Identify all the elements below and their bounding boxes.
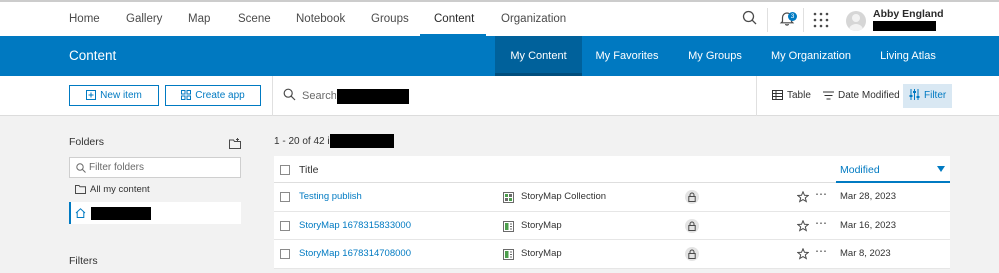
- redacted-folder-scope: [330, 134, 394, 148]
- tab-my-favorites[interactable]: My Favorites: [588, 36, 666, 76]
- folder-add-icon[interactable]: [229, 138, 241, 152]
- nav-notebook[interactable]: Notebook: [296, 2, 345, 36]
- avatar[interactable]: [846, 11, 866, 31]
- top-navigation: Home Gallery Map Scene Notebook Groups C…: [0, 0, 999, 36]
- table-row: Testing publish StoryMap Collection ⋯ Ma…: [274, 183, 950, 212]
- search-icon[interactable]: [741, 9, 761, 29]
- column-modified[interactable]: Modified: [836, 156, 950, 183]
- nav-gallery[interactable]: Gallery: [126, 2, 162, 36]
- nav-organization[interactable]: Organization: [501, 2, 566, 36]
- redacted-search-scope: [337, 89, 409, 104]
- create-app-label: Create app: [195, 90, 245, 101]
- table-row: StoryMap 1678315833000 StoryMap ⋯ Mar 16…: [274, 212, 950, 240]
- item-title-link[interactable]: StoryMap 1678314708000: [299, 248, 411, 259]
- select-all-checkbox[interactable]: [280, 165, 290, 175]
- star-icon[interactable]: [796, 219, 810, 235]
- more-icon[interactable]: ⋯: [815, 187, 827, 201]
- lock-icon: [685, 190, 699, 204]
- sort-icon: [823, 91, 834, 100]
- lock-icon: [685, 247, 699, 261]
- item-modified: Mar 16, 2023: [840, 219, 896, 231]
- page-title: Content: [69, 48, 117, 63]
- table-icon: [772, 90, 783, 100]
- new-item-icon: [86, 90, 97, 100]
- column-modified-label: Modified: [840, 164, 880, 176]
- nav-home[interactable]: Home: [69, 2, 100, 36]
- filter-label: Filter: [924, 90, 947, 101]
- row-checkbox[interactable]: [280, 249, 290, 259]
- folder-label: All my content: [90, 184, 150, 195]
- content-header: Content My Content My Favorites My Group…: [0, 36, 999, 76]
- more-icon[interactable]: ⋯: [815, 244, 827, 258]
- star-icon[interactable]: [796, 247, 810, 263]
- redacted-folder-name: [91, 207, 151, 220]
- search-icon: [76, 163, 86, 173]
- item-modified: Mar 8, 2023: [840, 248, 891, 259]
- tab-my-content[interactable]: My Content: [495, 36, 582, 76]
- nav-divider: [767, 8, 768, 32]
- app-launcher-icon[interactable]: [813, 12, 833, 32]
- table-view-label: Table: [787, 90, 811, 101]
- new-item-label: New item: [100, 90, 142, 101]
- content-table: Title Modified Testing publish StoryMap …: [274, 156, 950, 269]
- home-icon: [75, 208, 86, 218]
- create-app-button[interactable]: Create app: [165, 85, 261, 106]
- redacted-username: [873, 21, 936, 31]
- folders-heading: Folders: [69, 136, 105, 148]
- more-icon[interactable]: ⋯: [815, 216, 827, 230]
- search-icon: [283, 88, 296, 104]
- lock-icon: [685, 218, 699, 233]
- table-view-button[interactable]: Table: [770, 84, 811, 108]
- row-checkbox[interactable]: [280, 192, 290, 202]
- column-title[interactable]: Title: [299, 164, 318, 176]
- search-input[interactable]: [302, 86, 336, 105]
- user-name[interactable]: Abby England: [873, 8, 944, 20]
- filter-folders-input[interactable]: [89, 160, 237, 175]
- toolbar: New item Create app Table Date Modified …: [0, 76, 999, 116]
- toolbar-divider: [272, 76, 273, 116]
- filter-folders-field: [69, 157, 241, 178]
- nav-scene[interactable]: Scene: [238, 2, 271, 36]
- tab-my-organization[interactable]: My Organization: [765, 36, 857, 76]
- folder-icon: [75, 185, 86, 194]
- toolbar-divider: [756, 76, 757, 116]
- tab-living-atlas[interactable]: Living Atlas: [872, 36, 944, 76]
- item-type: StoryMap: [521, 219, 562, 231]
- sort-label: Date Modified: [838, 90, 900, 101]
- filters-heading: Filters: [69, 255, 98, 267]
- notification-badge: 3: [788, 12, 797, 21]
- item-title-link[interactable]: StoryMap 1678315833000: [299, 220, 411, 231]
- row-checkbox[interactable]: [280, 220, 290, 231]
- table-row: StoryMap 1678314708000 StoryMap ⋯ Mar 8,…: [274, 240, 950, 269]
- nav-divider: [803, 8, 804, 32]
- item-type: StoryMap: [521, 248, 562, 259]
- item-title-link[interactable]: Testing publish: [299, 191, 362, 202]
- new-item-button[interactable]: New item: [69, 85, 159, 106]
- table-header: Title Modified: [274, 156, 950, 183]
- folder-all-my-content[interactable]: All my content: [69, 179, 241, 201]
- filter-icon: [909, 89, 920, 100]
- item-modified: Mar 28, 2023: [840, 191, 896, 202]
- create-app-icon: [181, 90, 192, 100]
- star-icon[interactable]: [796, 190, 810, 206]
- filter-button[interactable]: Filter: [903, 84, 953, 108]
- sort-desc-icon: [937, 166, 945, 172]
- storymap-icon: [503, 249, 514, 263]
- results-count: 1 - 20 of 42 in: [274, 136, 336, 147]
- sort-button[interactable]: Date Modified: [821, 84, 900, 108]
- storymap-icon: [503, 220, 514, 235]
- nav-map[interactable]: Map: [188, 2, 210, 36]
- folder-home[interactable]: [69, 202, 241, 224]
- item-type: StoryMap Collection: [521, 191, 607, 202]
- nav-groups[interactable]: Groups: [371, 2, 409, 36]
- tab-my-groups[interactable]: My Groups: [680, 36, 750, 76]
- storymap-collection-icon: [503, 192, 514, 206]
- nav-content[interactable]: Content: [434, 2, 474, 36]
